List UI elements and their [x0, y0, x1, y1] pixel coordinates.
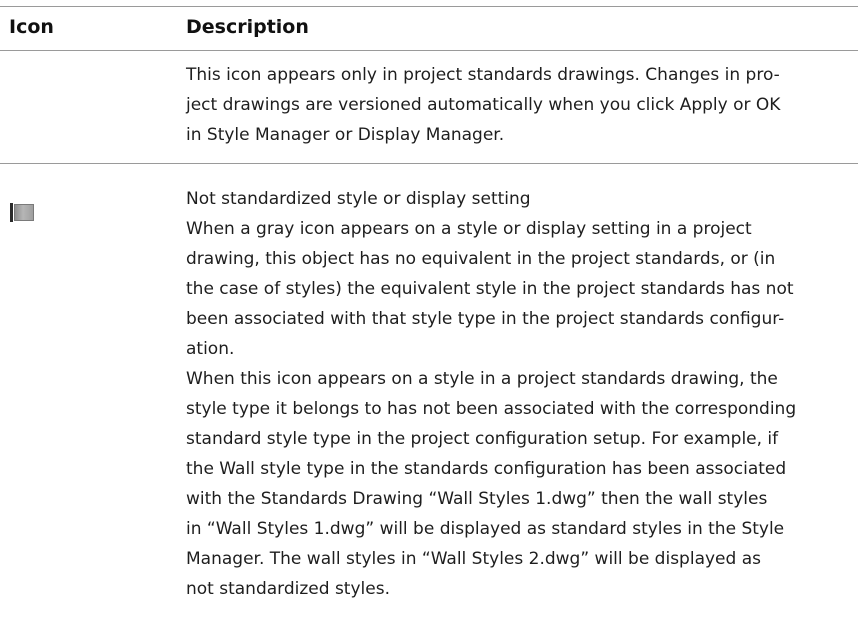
description-line: been associated with that style type in … [186, 309, 785, 329]
table-header-row: Icon Description [0, 0, 858, 50]
table-row: Not standardized style or display settin… [0, 164, 858, 623]
description-line: This icon appears only in project standa… [186, 65, 780, 85]
table-row: This icon appears only in project standa… [0, 51, 858, 163]
row-description: Not standardized style or display settin… [186, 184, 830, 604]
gray-square-icon-body [14, 204, 34, 221]
description-line: style type it belongs to has not been as… [186, 399, 797, 419]
description-line: in Style Manager or Display Manager. [186, 125, 505, 145]
description-line: When a gray icon appears on a style or d… [186, 219, 752, 239]
description-line: Not standardized style or display settin… [186, 189, 531, 209]
description-line: Manager. The wall styles in “Wall Styles… [186, 549, 761, 569]
description-line: with the Standards Drawing “Wall Styles … [186, 489, 768, 509]
description-line: drawing, this object has no equivalent i… [186, 249, 776, 269]
column-header-description: Description [186, 16, 309, 38]
description-line: When this icon appears on a style in a p… [186, 369, 778, 389]
description-line: standard style type in the project confi… [186, 429, 779, 449]
description-line: ation. [186, 339, 235, 359]
description-line: the case of styles) the equivalent style… [186, 279, 794, 299]
description-line: in “Wall Styles 1.dwg” will be displayed… [186, 519, 785, 539]
description-line: ject drawings are versioned automaticall… [186, 95, 781, 115]
column-header-icon: Icon [9, 16, 54, 38]
gray-square-icon [10, 203, 34, 222]
row-description: This icon appears only in project standa… [186, 60, 830, 150]
description-line: not standardized styles. [186, 579, 390, 599]
description-line: the Wall style type in the standards con… [186, 459, 787, 479]
gray-square-icon-frame [10, 203, 13, 222]
